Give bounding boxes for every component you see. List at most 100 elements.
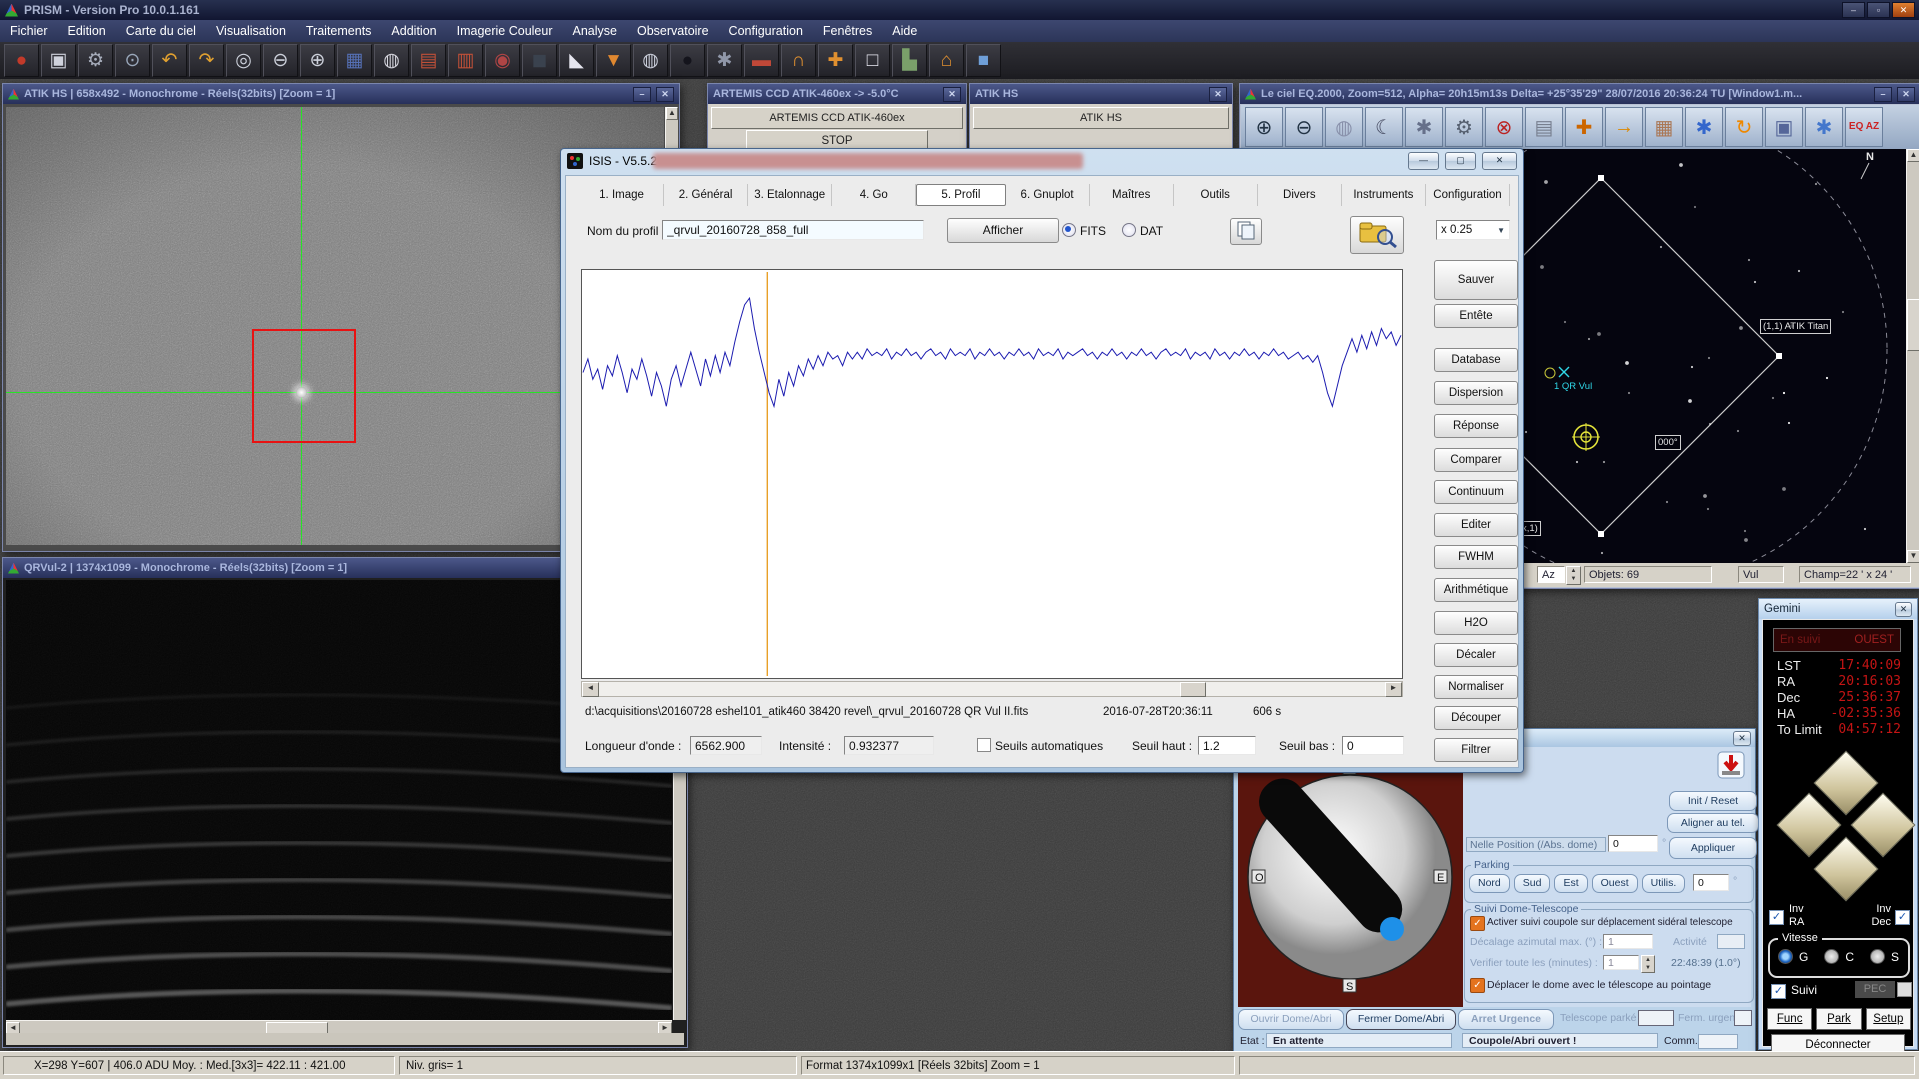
night-icon[interactable]: ☾ [1365,107,1403,147]
menu-item[interactable]: Carte du ciel [116,21,206,41]
scroll-left-icon[interactable]: ◄ [582,682,599,697]
snowflake-icon[interactable]: ✱ [1805,107,1843,147]
isis-fwhm-button[interactable]: FWHM [1434,545,1518,569]
tools-icon[interactable]: ✚ [818,44,853,77]
camera-red2-icon[interactable]: ▥ [448,44,483,77]
webcam-icon[interactable]: ◉ [485,44,520,77]
menu-item[interactable]: Traitements [296,21,382,41]
menu-item[interactable]: Analyse [563,21,627,41]
check-interval-input[interactable] [1603,955,1639,970]
init-reset-button[interactable]: Init / Reset [1669,791,1757,811]
speed-radio[interactable]: C [1824,949,1854,964]
slew-south-button[interactable] [1813,836,1878,901]
copy-button[interactable] [1230,218,1262,245]
gears-icon[interactable]: ⚙ [1445,107,1483,147]
speed-radio[interactable]: S [1870,949,1899,964]
horizontal-scrollbar[interactable]: ◄ ► [6,1020,672,1034]
profile-name-input[interactable] [662,220,924,240]
isis-tab[interactable]: Maîtres [1090,184,1174,206]
isis-normaliser-button[interactable]: Normaliser [1434,675,1518,699]
menu-item[interactable]: Visualisation [206,21,296,41]
isis-tab[interactable]: Instruments [1342,184,1426,206]
dish-icon[interactable]: ∩ [781,44,816,77]
isis-tab[interactable]: Outils [1174,184,1258,206]
menu-item[interactable]: Imagerie Couleur [447,21,563,41]
guider-camera-icon[interactable]: ◼ [522,44,557,77]
close-icon[interactable]: ✕ [656,87,674,102]
minimize-icon[interactable]: – [633,87,651,102]
eclipse-icon[interactable]: ● [670,44,705,77]
isis-titlebar[interactable]: ISIS - V5.5.2 — ▢ ✕ [561,149,1523,172]
wavelength-input[interactable] [690,736,762,755]
isis-tab[interactable]: 6. Gnuplot [1006,184,1090,206]
dat-radio[interactable] [1122,223,1136,237]
parking-button[interactable]: Sud [1514,874,1551,893]
vertical-scrollbar[interactable]: ▲ ▼ [1906,149,1919,563]
drop-icon[interactable]: ▼ [596,44,631,77]
tracking-checkbox[interactable]: ✓ [1470,916,1485,931]
intensity-input[interactable] [844,736,934,755]
inv-ra-checkbox[interactable]: ✓ [1769,910,1784,925]
inv-dec-checkbox[interactable]: ✓ [1895,910,1910,925]
parking-button[interactable]: Est [1554,874,1587,893]
gemini-function-button[interactable]: Park [1816,1008,1861,1030]
skychart-titlebar[interactable]: Le ciel EQ.2000, Zoom=512, Alpha= 20h15m… [1240,84,1919,104]
parking-button[interactable]: Ouest [1592,874,1638,893]
camera-red-icon[interactable]: ▤ [411,44,446,77]
isis-dispersion-button[interactable]: Dispersion [1434,381,1518,405]
low-threshold-input[interactable] [1342,736,1404,755]
compass-icon[interactable]: ✚ [1565,107,1603,147]
gemini-function-button[interactable]: Func [1767,1008,1812,1030]
scroll-thumb[interactable] [1180,682,1206,697]
globe-icon[interactable]: ◍ [1325,107,1363,147]
menu-item[interactable]: Addition [381,21,446,41]
maximize-button[interactable]: ▫ [1867,2,1890,18]
grid-icon[interactable]: ▦ [1645,107,1683,147]
menu-item[interactable]: Observatoire [627,21,719,41]
isis-tab[interactable]: 5. Profil [916,184,1005,206]
isis-filtrer-button[interactable]: Filtrer [1434,738,1518,762]
monitor-icon[interactable]: ■ [966,44,1001,77]
isis-tab[interactable]: Divers [1258,184,1342,206]
az-select[interactable]: Az [1537,566,1565,583]
delete-icon[interactable]: ⊗ [1485,107,1523,147]
isis-h2o-button[interactable]: H2O [1434,611,1518,635]
eqaz-icon[interactable]: EQ AZ [1845,107,1883,147]
isis-tab[interactable]: 2. Général [664,184,748,206]
menu-item[interactable]: Fenêtres [813,21,882,41]
slew-east-button[interactable] [1850,792,1915,857]
azimut-offset-input[interactable] [1603,934,1653,949]
ccd-red-icon[interactable]: ▬ [744,44,779,77]
zoom-select[interactable]: x 0.25▼ [1436,220,1510,240]
isis-continuum-button[interactable]: Continuum [1434,480,1518,504]
nelle-position-input[interactable] [1608,835,1658,852]
artemis-tab[interactable]: ARTEMIS CCD ATIK-460ex [711,107,963,129]
window-icon[interactable]: ▣ [1765,107,1803,147]
printer-icon[interactable]: ▤ [1525,107,1563,147]
pec-checkbox[interactable] [1897,982,1912,997]
zoom-out-icon[interactable]: ⊖ [1285,107,1323,147]
gemini-titlebar[interactable]: Gemini ✕ [1759,599,1917,619]
zoom-in-icon[interactable]: ⊕ [300,44,335,77]
sync-icon[interactable]: ↻ [1725,107,1763,147]
isis-tab[interactable]: 3. Etalonnage [748,184,832,206]
undo-icon[interactable]: ↶ [152,44,187,77]
goto-arrow-icon[interactable]: → [1605,107,1643,147]
isis-editer-button[interactable]: Editer [1434,513,1518,537]
display-icon[interactable]: □ [855,44,890,77]
align-telescope-button[interactable]: Aligner au tel. [1667,813,1759,833]
parking-button[interactable]: Nord [1469,874,1510,893]
close-dome-button[interactable]: Fermer Dome/Abri [1346,1009,1456,1030]
minimize-icon[interactable]: — [1408,152,1439,170]
close-icon[interactable]: ✕ [1895,602,1912,617]
gemini-function-button[interactable]: Setup [1866,1008,1911,1030]
atik-hs-titlebar[interactable]: ATIK HS ✕ [970,84,1232,104]
scroll-right-icon[interactable]: ► [1385,682,1402,697]
sphere-icon[interactable]: ◍ [374,44,409,77]
redo-icon[interactable]: ↷ [189,44,224,77]
az-spinner[interactable]: ▲▼ [1566,566,1581,585]
atik-window-titlebar[interactable]: ATIK HS | 658x492 - Monochrome - Réels(3… [3,84,679,104]
menu-item[interactable]: Edition [58,21,116,41]
star-burst-icon[interactable]: ✱ [1685,107,1723,147]
zoom-window-icon[interactable]: ◎ [226,44,261,77]
